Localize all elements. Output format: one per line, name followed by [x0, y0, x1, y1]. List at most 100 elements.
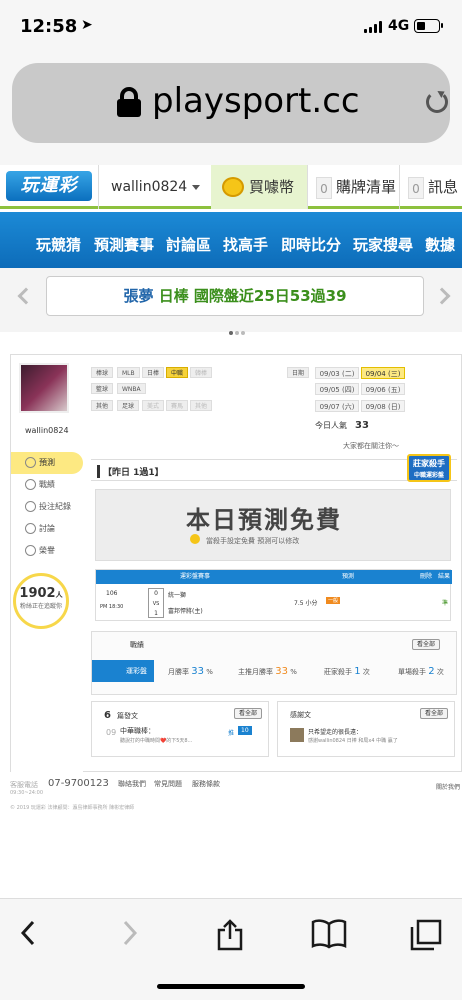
date-option[interactable]: 09/05 (四) — [315, 383, 359, 395]
sidebar-item-honor[interactable]: 榮譽 — [11, 540, 83, 562]
nav-item-predict[interactable]: 預測賽事 — [94, 234, 154, 255]
date-option[interactable]: 09/06 (五) — [361, 383, 405, 395]
post-title[interactable]: 中華職棒： — [120, 726, 155, 736]
filter-cpbl[interactable]: 中職 — [166, 367, 189, 378]
free-subtitle: 當殺手設定免費 預測可以修改 — [206, 537, 300, 545]
address-bar[interactable]: playsport.cc — [12, 63, 450, 143]
sidebar-item-predict[interactable]: 預測 — [11, 452, 83, 474]
badge-title: 莊家殺手 — [413, 459, 445, 468]
filter-football[interactable]: 美式 — [142, 400, 165, 411]
thanks-item-snippet: 感謝wallin0824 日棒 和局x4 中職 贏了 — [308, 738, 398, 744]
sidebar-item-label: 討論 — [39, 524, 55, 533]
date-option[interactable]: 09/08 (日) — [361, 400, 405, 412]
copyright: © 2019 玩運彩 法律顧問：瀛島律師事務所 陳彬宏律師 — [10, 805, 135, 811]
posts-title: 篇發文 — [116, 712, 138, 720]
banner-name: 張夢 — [123, 287, 154, 305]
game-number: 106 — [106, 590, 118, 597]
back-icon[interactable] — [18, 919, 38, 947]
footer-link-terms[interactable]: 服務條款 — [192, 779, 220, 789]
service-phone: 07-9700123 — [48, 778, 109, 789]
filter-npb[interactable]: 日棒 — [142, 367, 165, 378]
filter-soccer[interactable]: 足球 — [117, 400, 140, 411]
filter-label-basketball: 籃球 — [91, 383, 114, 394]
battery-icon — [414, 19, 443, 33]
site-logo[interactable]: 玩運彩 — [6, 171, 92, 201]
result-text: 【昨日 1過1】 — [97, 465, 164, 478]
team-home: 富邦悍將(主) — [168, 608, 203, 615]
bookmarks-icon[interactable] — [311, 919, 347, 949]
avatar[interactable] — [19, 363, 69, 413]
footer-link-faq[interactable]: 常見問題 — [154, 779, 182, 789]
reload-icon[interactable] — [426, 91, 448, 113]
chat-icon — [25, 479, 36, 490]
posts-see-all-button[interactable]: 看全部 — [234, 708, 263, 719]
score-top: 0 — [154, 590, 158, 597]
visit-count: 33 — [355, 420, 369, 431]
stats-panel: 戰績 看全部 運彩盤 月勝率 33 % 主推月勝率 33 % 莊家殺手 1 次 … — [91, 631, 457, 695]
cart-label: 購牌清單 — [336, 178, 397, 196]
notice-text: 大家都在關注你～ — [343, 442, 399, 450]
badge-subtitle: 中職運彩盤 — [413, 472, 444, 479]
month-win-rate: 月勝率 33 % — [168, 666, 213, 677]
sidebar-item-record[interactable]: 戰績 — [11, 474, 83, 496]
nav-item-experts[interactable]: 找高手 — [223, 234, 268, 255]
sidebar-item-bets[interactable]: 投注紀錄 — [11, 496, 83, 518]
thanks-title: 感謝文 — [290, 711, 311, 719]
killer-count: 莊家殺手 1 次 — [324, 666, 370, 677]
pick-tag: 一般 — [326, 597, 341, 604]
buy-coin-button[interactable]: 買噱幣 — [211, 165, 307, 209]
nav-item-forum[interactable]: 討論區 — [166, 234, 211, 255]
thanks-item-title[interactable]: 只希望走的很長遠： — [308, 727, 362, 736]
nav-item-play[interactable]: 玩競猜 — [36, 234, 81, 255]
location-icon: ➤ — [81, 17, 93, 33]
message-link[interactable]: 0 訊息 — [399, 165, 462, 209]
tabs-icon[interactable] — [410, 919, 442, 951]
free-prediction-banner: 本日預測免費 當殺手設定免費 預測可以修改 — [95, 489, 451, 561]
profile-username: wallin0824 — [25, 426, 69, 435]
cart-link[interactable]: 0 購牌清單 — [307, 165, 399, 209]
chevron-left-icon[interactable] — [17, 287, 35, 305]
filter-wnba[interactable]: WNBA — [117, 383, 146, 394]
thanks-panel: 感謝文 看全部 只希望走的很長遠： 感謝wallin0824 日棒 和局x4 中… — [277, 701, 455, 757]
filter-kbo[interactable]: 韓棒 — [190, 367, 213, 378]
sidebar-item-label: 投注紀錄 — [39, 502, 71, 511]
followers-text: 粉絲正在追蹤你 — [19, 603, 62, 610]
stats-tab[interactable]: 運彩盤 — [92, 660, 154, 682]
thanks-see-all-button[interactable]: 看全部 — [420, 708, 449, 719]
nav-item-live-score[interactable]: 即時比分 — [281, 234, 341, 255]
forward-icon[interactable] — [120, 919, 140, 947]
date-option[interactable]: 09/03 (二) — [315, 367, 359, 379]
banner-message[interactable]: 張夢 日棒 國際盤近25日53過39 — [46, 276, 424, 316]
followers-badge[interactable]: 1902人 粉絲正在追蹤你 — [13, 573, 69, 629]
main-month-win-rate: 主推月勝率 33 % — [238, 666, 297, 677]
posts-panel: 6 篇發文 看全部 09 中華職棒： 聽說打的中職時間❤️的下5天8... 推 1… — [91, 701, 269, 757]
user-menu[interactable]: wallin0824 — [98, 165, 210, 209]
filter-mlb[interactable]: MLB — [117, 367, 140, 378]
yesterday-result: 【昨日 1過1】 莊家殺手中職運彩盤 — [91, 454, 457, 482]
cart-count: 0 — [316, 176, 332, 199]
filter-horse[interactable]: 賽馬 — [166, 400, 189, 411]
nav-item-player-search[interactable]: 玩家搜尋 — [353, 234, 413, 255]
share-icon[interactable] — [216, 919, 244, 951]
date-option[interactable]: 09/07 (六) — [315, 400, 359, 412]
posts-count: 6 — [104, 710, 111, 721]
service-hours: 09:30~24:00 — [10, 790, 44, 796]
stats-see-all-button[interactable]: 看全部 — [412, 639, 441, 650]
sidebar-item-discuss[interactable]: 討論 — [11, 518, 83, 540]
status-time: 12:58 — [20, 16, 78, 37]
nav-item-data[interactable]: 數據 — [425, 234, 455, 255]
header-username: wallin0824 — [111, 179, 188, 195]
target-icon — [25, 457, 36, 468]
date-option-selected[interactable]: 09/04 (三) — [361, 367, 405, 379]
followers-count: 1902 — [19, 586, 56, 601]
footer-link-contact[interactable]: 聯絡我們 — [118, 779, 146, 789]
post-replies-count: 10 — [238, 726, 252, 735]
date-label: 日期 — [287, 367, 310, 378]
game-time: PM 18:30 — [100, 604, 124, 610]
service-label: 客服電話 — [10, 781, 38, 789]
followers-unit: 人 — [55, 591, 63, 599]
filter-others[interactable]: 其他 — [190, 400, 213, 411]
chevron-right-icon[interactable] — [433, 287, 451, 305]
site-header: 玩運彩 wallin0824 買噱幣 0 購牌清單 0 訊息 — [0, 165, 462, 209]
footer-link-about[interactable]: 關於我們 — [436, 782, 460, 791]
